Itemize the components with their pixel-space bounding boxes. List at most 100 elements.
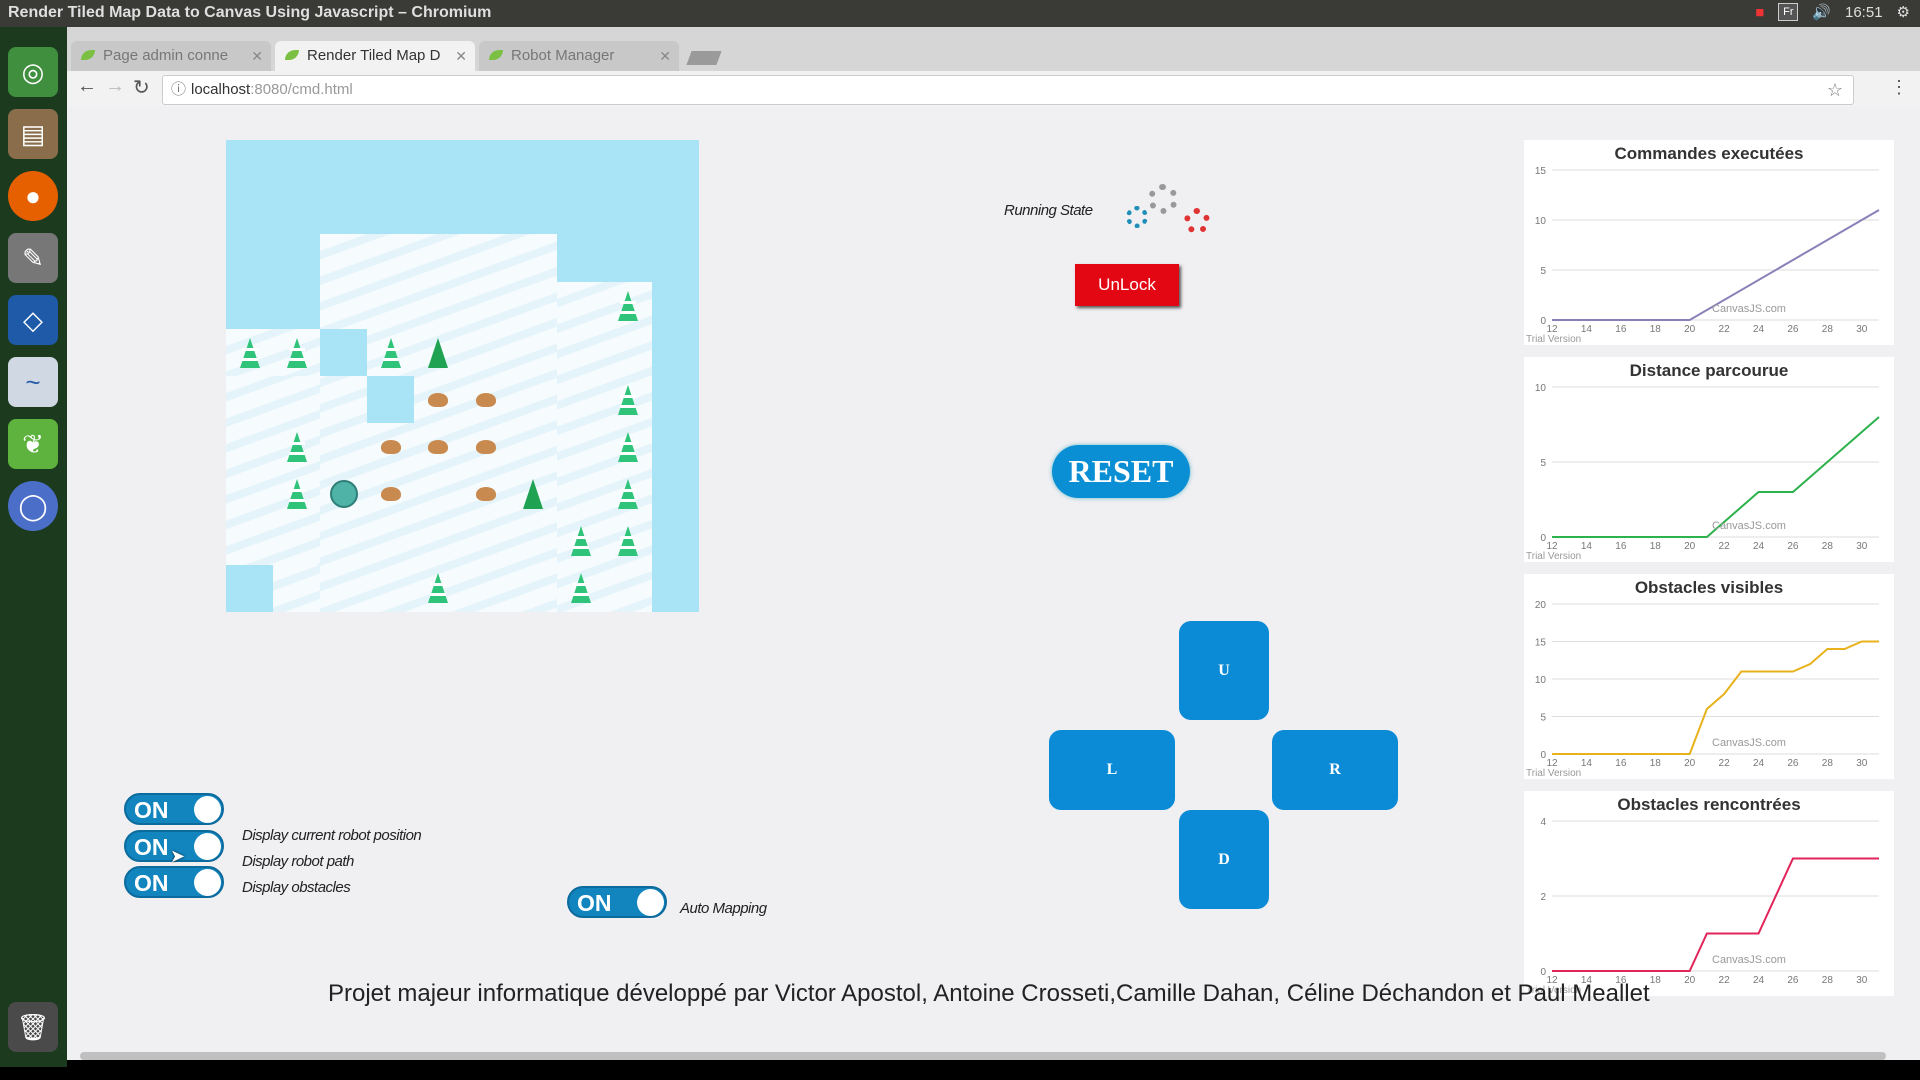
chart-title: Distance parcourue bbox=[1629, 361, 1789, 380]
toggle-state-text: ON bbox=[134, 870, 169, 896]
address-bar[interactable]: ⓘ localhost:8080/cmd.html ☆ bbox=[162, 75, 1854, 105]
x-tick-label: 28 bbox=[1822, 324, 1834, 335]
toggle-knob bbox=[637, 889, 664, 916]
display-robot-position-label: Display current robot position bbox=[242, 827, 422, 844]
tab-page-admin[interactable]: Page admin conne ✕ bbox=[71, 41, 271, 71]
move-up-button[interactable]: U bbox=[1179, 621, 1269, 720]
ubuntu-dash-icon[interactable]: ◎ bbox=[8, 47, 58, 97]
close-tab-icon[interactable]: ✕ bbox=[455, 41, 467, 71]
y-tick-label: 10 bbox=[1535, 216, 1547, 227]
x-tick-label: 16 bbox=[1615, 541, 1627, 552]
move-right-button[interactable]: R bbox=[1272, 730, 1398, 810]
chart-title: Obstacles rencontrées bbox=[1617, 795, 1801, 814]
chart-obstacles-rencontrees: Obstacles rencontrées 0 2 4 12 14 16 18 20 22 24 2… bbox=[1524, 791, 1894, 996]
x-tick-label: 18 bbox=[1650, 324, 1662, 335]
horizontal-scrollbar[interactable] bbox=[80, 1052, 1886, 1060]
bush-obstacle bbox=[414, 376, 461, 423]
snow-area bbox=[273, 565, 320, 612]
snowy-tree-obstacle bbox=[226, 329, 273, 376]
chromium-icon[interactable]: ◯ bbox=[8, 481, 58, 531]
spring-tool-icon[interactable]: ❦ bbox=[8, 419, 58, 469]
browser-menu-icon[interactable]: ⋮ bbox=[1890, 77, 1908, 98]
clock[interactable]: 16:51 bbox=[1845, 4, 1883, 21]
toggle-knob bbox=[194, 833, 221, 860]
leaf-favicon-icon bbox=[285, 50, 299, 60]
x-tick-label: 16 bbox=[1615, 324, 1627, 335]
bush-obstacle bbox=[367, 470, 414, 517]
chart-svg: 02412 14 16 18 20 22 24 26 28 30CanvasJS.comTrial… bbox=[1526, 817, 1879, 996]
bush-obstacle bbox=[462, 376, 509, 423]
chart-title: Commandes executées bbox=[1614, 144, 1804, 163]
window-titlebar: Render Tiled Map Data to Canvas Using Ja… bbox=[0, 0, 1920, 27]
x-tick-label: 20 bbox=[1684, 324, 1696, 335]
x-tick-label: 26 bbox=[1787, 541, 1799, 552]
snowy-tree-obstacle bbox=[604, 517, 651, 564]
toggle-switch[interactable]: ON bbox=[124, 793, 224, 825]
address-url: localhost:8080/cmd.html bbox=[191, 76, 353, 104]
leaf-favicon-icon bbox=[489, 50, 503, 60]
canvasjs-watermark: CanvasJS.com bbox=[1712, 954, 1786, 966]
snowy-tree-obstacle bbox=[557, 564, 604, 611]
blue-gear-icon bbox=[1126, 206, 1148, 228]
bush-obstacle bbox=[367, 423, 414, 470]
system-settings-icon[interactable]: ✎ bbox=[8, 233, 58, 283]
y-tick-label: 4 bbox=[1540, 817, 1546, 828]
snowy-tree-obstacle bbox=[273, 329, 320, 376]
toggle-state-text: ON bbox=[134, 797, 169, 823]
x-tick-label: 26 bbox=[1787, 324, 1799, 335]
camera-icon[interactable]: ■ bbox=[1755, 4, 1764, 21]
snowy-tree-obstacle bbox=[604, 470, 651, 517]
keyboard-layout-indicator[interactable]: Fr bbox=[1778, 3, 1799, 21]
tab-label: Render Tiled Map D bbox=[307, 47, 441, 64]
trial-version-label: Trial Version bbox=[1526, 334, 1581, 345]
x-tick-label: 26 bbox=[1787, 975, 1799, 986]
snowy-tree-obstacle bbox=[367, 329, 414, 376]
reset-button[interactable]: RESET bbox=[1052, 445, 1190, 498]
settings-gear-icon[interactable]: ⚙ bbox=[1897, 3, 1910, 21]
toggle-display-obstacles[interactable]: ON bbox=[124, 866, 224, 898]
tab-robot-manager[interactable]: Robot Manager ✕ bbox=[479, 41, 679, 71]
mysql-workbench-icon[interactable]: ~ bbox=[8, 357, 58, 407]
firefox-icon[interactable]: ● bbox=[8, 171, 58, 221]
chart-svg: 05101512 14 16 18 20 22 24 26 28 30CanvasJS.comTr… bbox=[1526, 166, 1880, 345]
window-title: Render Tiled Map Data to Canvas Using Ja… bbox=[8, 4, 492, 21]
forward-arrow-icon[interactable]: → bbox=[105, 75, 125, 98]
new-tab-button[interactable] bbox=[686, 51, 722, 65]
x-tick-label: 18 bbox=[1650, 541, 1662, 552]
snowy-tree-obstacle bbox=[604, 423, 651, 470]
tiled-map-canvas bbox=[226, 140, 699, 612]
close-tab-icon[interactable]: ✕ bbox=[659, 41, 671, 71]
launcher-sidebar: ◎ ▤ ● ✎ ◇ ~ ❦ ◯ 🗑 bbox=[0, 27, 67, 1067]
browser-toolbar: ← → ↻ ⓘ localhost:8080/cmd.html ☆ ⋮ bbox=[67, 71, 1920, 108]
vscode-icon[interactable]: ◇ bbox=[8, 295, 58, 345]
trial-version-label: Trial Version bbox=[1526, 768, 1581, 779]
tab-render-tiled-map[interactable]: Render Tiled Map D ✕ bbox=[275, 41, 475, 71]
info-icon[interactable]: ⓘ bbox=[171, 76, 186, 104]
display-robot-path-label: Display robot path bbox=[242, 853, 354, 870]
close-tab-icon[interactable]: ✕ bbox=[251, 41, 263, 71]
x-tick-label: 16 bbox=[1615, 758, 1627, 769]
toggle-knob bbox=[194, 796, 221, 823]
tab-strip: Page admin conne ✕ Render Tiled Map D ✕ … bbox=[67, 41, 722, 71]
toggle-auto-mapping[interactable]: ON bbox=[567, 886, 667, 918]
y-tick-label: 15 bbox=[1535, 166, 1547, 177]
y-tick-label: 5 bbox=[1540, 266, 1546, 277]
move-down-button[interactable]: D bbox=[1179, 810, 1269, 909]
x-tick-label: 30 bbox=[1856, 975, 1868, 986]
back-arrow-icon[interactable]: ← bbox=[77, 75, 97, 98]
volume-icon[interactable]: 🔊 bbox=[1812, 3, 1831, 21]
reload-icon[interactable]: ↻ bbox=[133, 75, 150, 100]
leaf-favicon-icon bbox=[81, 50, 95, 60]
url-host: localhost bbox=[191, 81, 251, 98]
file-manager-icon[interactable]: ▤ bbox=[8, 109, 58, 159]
trial-version-label: Trial Version bbox=[1526, 551, 1581, 562]
bookmark-star-icon[interactable]: ☆ bbox=[1827, 76, 1843, 104]
bush-obstacle bbox=[462, 423, 509, 470]
unlock-button[interactable]: UnLock bbox=[1075, 264, 1179, 306]
bush-obstacle bbox=[462, 470, 509, 517]
snowy-tree-obstacle bbox=[557, 517, 604, 564]
x-tick-label: 30 bbox=[1856, 324, 1868, 335]
x-tick-label: 14 bbox=[1581, 758, 1593, 769]
move-left-button[interactable]: L bbox=[1049, 730, 1175, 810]
trash-icon[interactable]: 🗑 bbox=[8, 1002, 58, 1052]
